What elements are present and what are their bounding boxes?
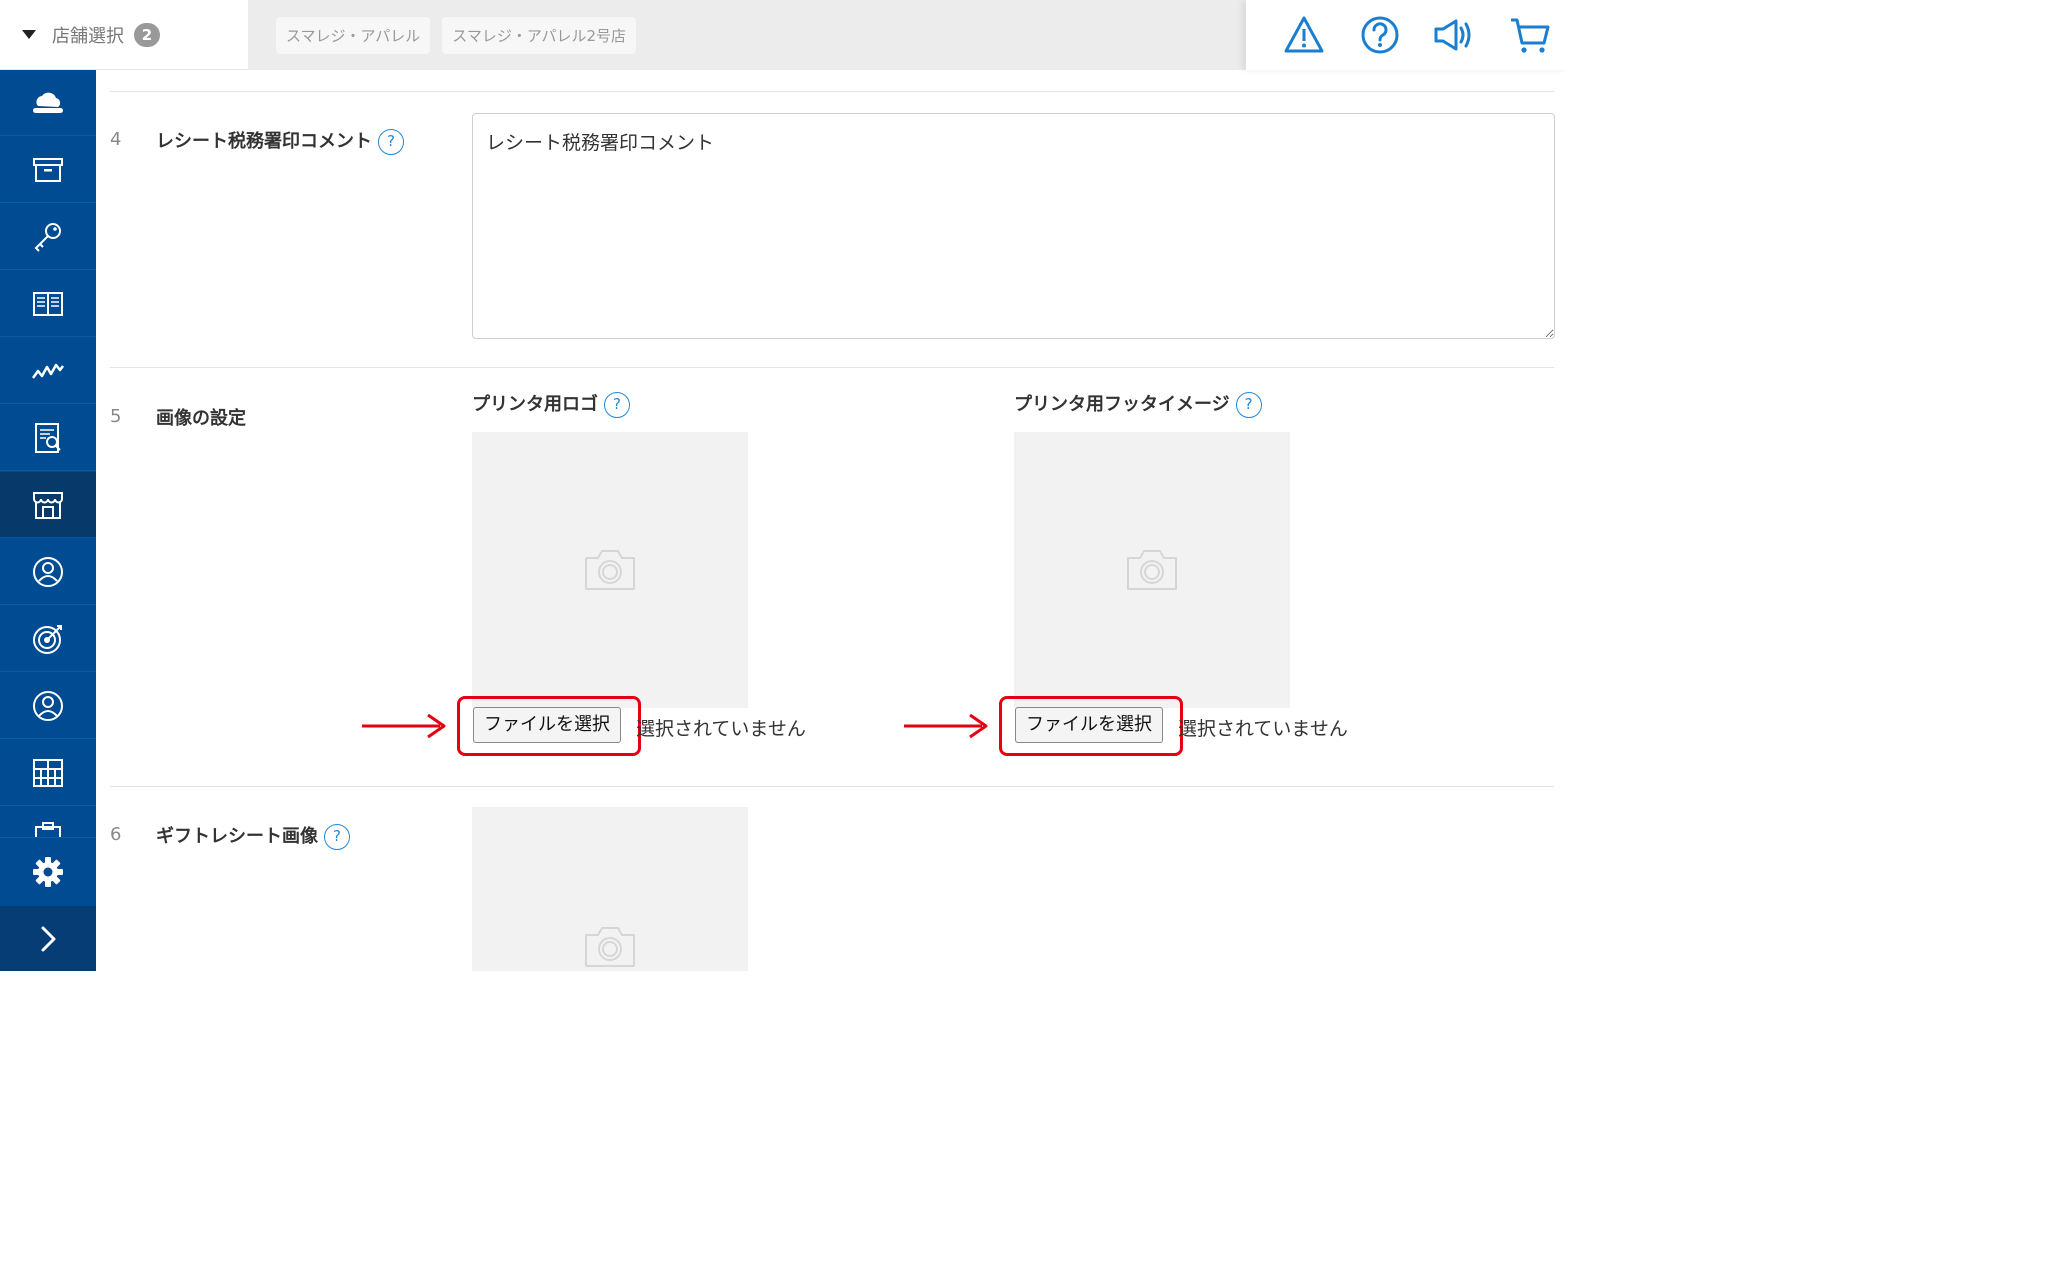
sidebar-expand-button[interactable]	[0, 906, 96, 971]
warning-icon[interactable]	[1282, 13, 1326, 57]
settings-button[interactable]	[0, 838, 96, 906]
sidebar-item-partial[interactable]	[0, 807, 96, 838]
store-select-dropdown[interactable]: 店舗選択 2	[0, 0, 248, 70]
camera-icon	[585, 927, 635, 967]
printer-footer-file-status: 選択されていません	[1178, 718, 1348, 740]
gear-icon	[33, 857, 63, 887]
row-label-receipt-tax-comment: レシート税務署印コメント?	[156, 127, 404, 155]
store-select-label: 店舗選択	[52, 25, 124, 47]
row-label-text: ギフトレシート画像	[156, 826, 318, 847]
sidebar-item-cloud[interactable]	[0, 70, 96, 136]
member-icon	[33, 690, 63, 721]
divider	[110, 786, 1554, 787]
printer-logo-file-button[interactable]: ファイルを選択	[473, 707, 621, 743]
printer-footer-file-button[interactable]: ファイルを選択	[1015, 707, 1163, 743]
sidebar-item-archive[interactable]	[0, 137, 96, 203]
help-icon[interactable]: ?	[604, 392, 630, 418]
app-root: 店舗選択 2 スマレジ・アパレル スマレジ・アパレル2号店 4 レシート税務署印…	[0, 0, 1568, 971]
receipt-tax-comment-textarea[interactable]: レシート税務署印コメント	[472, 113, 1555, 339]
printer-footer-title: プリンタ用フッタイメージ?	[1014, 390, 1262, 418]
row-label-image-settings: 画像の設定	[156, 408, 246, 429]
top-bar: 店舗選択 2 スマレジ・アパレル スマレジ・アパレル2号店	[0, 0, 1568, 70]
store-icon	[33, 491, 63, 519]
store-tag[interactable]: スマレジ・アパレル	[276, 16, 431, 54]
key-icon	[34, 222, 61, 252]
gift-receipt-preview	[472, 807, 748, 971]
printer-footer-title-text: プリンタ用フッタイメージ	[1014, 394, 1230, 415]
sidebar-item-key[interactable]	[0, 204, 96, 270]
camera-icon	[585, 550, 635, 590]
sidebar-nav	[0, 70, 96, 971]
row-number: 6	[110, 824, 122, 845]
printer-logo-file-status: 選択されていません	[636, 718, 806, 740]
camera-icon	[1127, 550, 1177, 590]
selected-stores-bar: スマレジ・アパレル スマレジ・アパレル2号店	[248, 0, 1246, 70]
sidebar-item-report[interactable]	[0, 405, 96, 471]
help-icon[interactable]	[1358, 13, 1402, 57]
cart-icon[interactable]	[1508, 13, 1552, 57]
announcement-icon[interactable]	[1432, 13, 1476, 57]
store-count-badge: 2	[134, 22, 160, 47]
archive-icon	[33, 157, 63, 182]
row-label-gift-receipt-image: ギフトレシート画像?	[156, 822, 350, 850]
clipboard-icon	[35, 822, 61, 837]
settings-form: 4 レシート税務署印コメント? レシート税務署印コメント 5 画像の設定 プリン…	[96, 70, 1568, 971]
sidebar-item-user-profile[interactable]	[0, 539, 96, 605]
report-icon	[35, 422, 61, 453]
sidebar-item-member[interactable]	[0, 673, 96, 739]
red-arrow-icon	[362, 713, 446, 739]
cloud-icon	[33, 92, 63, 113]
grid-icon	[33, 758, 63, 787]
store-tag[interactable]: スマレジ・アパレル2号店	[442, 16, 637, 54]
caret-down-icon	[22, 30, 36, 39]
printer-footer-preview	[1014, 432, 1290, 708]
sidebar-item-book[interactable]	[0, 271, 96, 337]
book-icon	[33, 291, 63, 316]
row-label-text: レシート税務署印コメント	[156, 131, 372, 152]
sidebar-item-target[interactable]	[0, 606, 96, 672]
sidebar-item-chart[interactable]	[0, 338, 96, 404]
red-arrow-icon	[904, 713, 988, 739]
row-number: 5	[110, 406, 122, 427]
target-icon	[33, 624, 62, 654]
help-icon[interactable]: ?	[378, 129, 404, 155]
help-icon[interactable]: ?	[1235, 392, 1262, 418]
printer-logo-title: プリンタ用ロゴ?	[472, 390, 630, 418]
sidebar-item-grid[interactable]	[0, 740, 96, 806]
user-profile-icon	[33, 556, 63, 587]
sidebar-item-store[interactable]	[0, 472, 96, 538]
chart-icon	[31, 363, 64, 379]
printer-logo-preview	[472, 432, 748, 708]
divider	[110, 367, 1554, 368]
header-actions	[1246, 0, 1568, 70]
divider	[110, 91, 1554, 92]
chevron-right-icon	[41, 926, 56, 951]
printer-logo-title-text: プリンタ用ロゴ	[472, 394, 598, 415]
row-number: 4	[110, 129, 122, 150]
help-icon[interactable]: ?	[324, 824, 350, 850]
